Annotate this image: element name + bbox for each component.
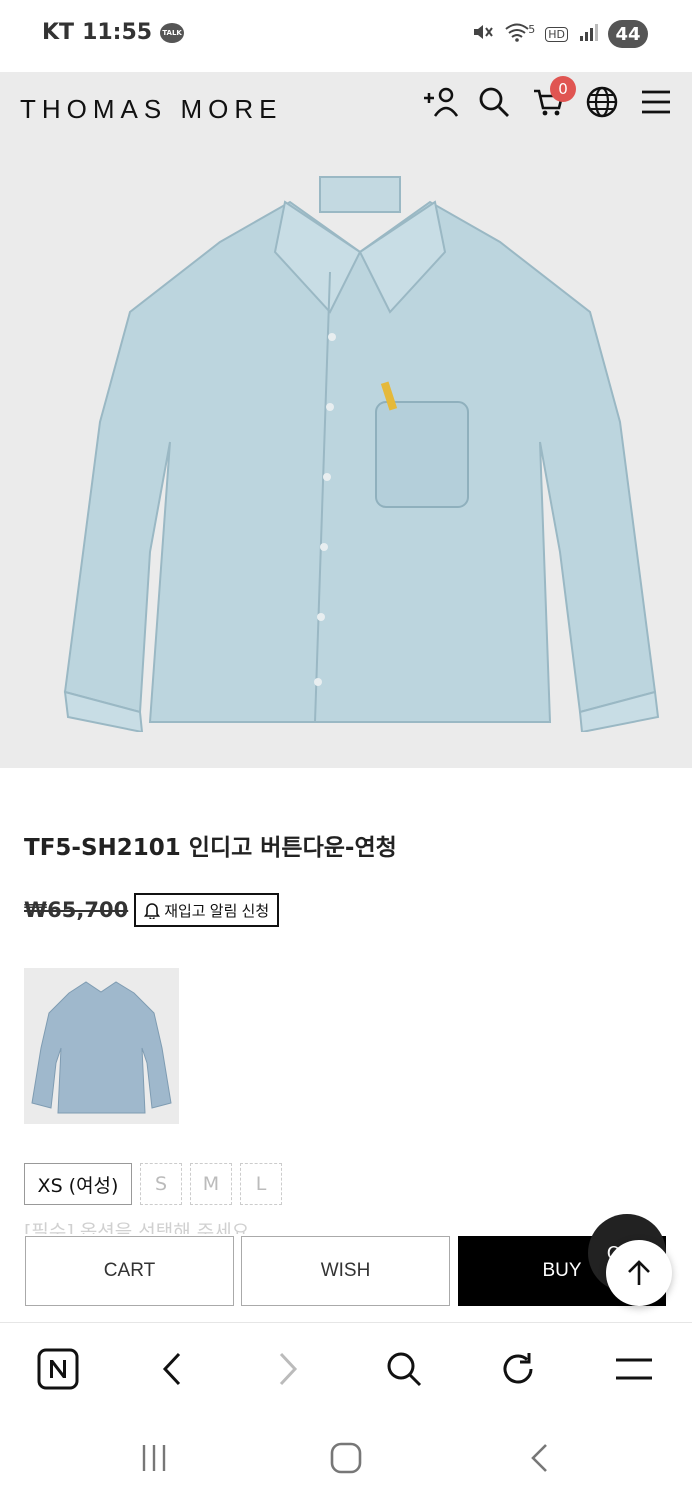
product-price: ₩65,700 bbox=[24, 898, 129, 922]
cart-icon[interactable]: 0 bbox=[530, 76, 576, 120]
naver-home-icon[interactable] bbox=[36, 1347, 80, 1391]
restock-alert-label: 재입고 알림 신청 bbox=[164, 902, 270, 920]
search-icon[interactable] bbox=[476, 84, 512, 120]
network-label: 5 bbox=[528, 22, 536, 36]
refresh-icon[interactable] bbox=[496, 1347, 540, 1391]
kakaotalk-icon: TALK bbox=[160, 22, 185, 43]
cart-button[interactable]: CART bbox=[25, 1236, 234, 1306]
cart-count-badge: 0 bbox=[550, 76, 576, 102]
browser-menu-icon[interactable] bbox=[612, 1347, 656, 1391]
system-back-icon[interactable] bbox=[520, 1438, 560, 1478]
thumbnail-shirt-image bbox=[31, 981, 172, 1114]
arrow-up-icon bbox=[628, 1260, 650, 1285]
hd-icon: HD bbox=[545, 26, 568, 42]
scroll-top-button[interactable] bbox=[606, 1240, 672, 1306]
wifi-icon bbox=[504, 22, 530, 46]
status-left: KT 11:55 TALK bbox=[42, 20, 185, 45]
product-hero-image[interactable]: THOMAS MORE 0 bbox=[0, 72, 692, 768]
size-option-m[interactable]: M bbox=[190, 1163, 232, 1205]
bell-icon bbox=[144, 903, 161, 919]
brand-logo[interactable]: THOMAS MORE bbox=[20, 94, 282, 125]
browser-search-icon[interactable] bbox=[382, 1347, 426, 1391]
header-icons: 0 bbox=[422, 76, 674, 120]
battery-indicator: 44 bbox=[608, 20, 648, 48]
mute-icon bbox=[472, 22, 494, 46]
system-navigation-bar bbox=[0, 1416, 692, 1500]
globe-icon[interactable] bbox=[584, 84, 620, 120]
forward-icon[interactable] bbox=[266, 1347, 310, 1391]
product-title: TF5-SH2101 인디고 버튼다운-연청 bbox=[24, 835, 397, 861]
size-option-s[interactable]: S bbox=[140, 1163, 182, 1205]
status-bar: KT 11:55 TALK 5 HD 44 bbox=[0, 0, 692, 72]
denim-shirt-image bbox=[63, 176, 660, 732]
signal-icon bbox=[578, 22, 598, 46]
home-icon[interactable] bbox=[326, 1438, 366, 1478]
browser-toolbar bbox=[0, 1322, 692, 1416]
menu-icon[interactable] bbox=[638, 84, 674, 120]
color-thumbnail[interactable] bbox=[24, 968, 179, 1124]
size-options: XS (여성) S M L bbox=[24, 1163, 282, 1205]
carrier: KT bbox=[42, 20, 75, 45]
back-icon[interactable] bbox=[150, 1347, 194, 1391]
price-row: ₩65,700 재입고 알림 신청 bbox=[24, 893, 280, 927]
recent-apps-icon[interactable] bbox=[134, 1438, 174, 1478]
wish-button[interactable]: WISH bbox=[241, 1236, 450, 1306]
status-right: 5 HD 44 bbox=[472, 20, 648, 48]
size-option-l[interactable]: L bbox=[240, 1163, 282, 1205]
clock: 11:55 bbox=[82, 20, 153, 45]
join-member-icon[interactable] bbox=[422, 84, 458, 120]
size-option-xs[interactable]: XS (여성) bbox=[24, 1163, 132, 1205]
restock-alert-button[interactable]: 재입고 알림 신청 bbox=[134, 893, 280, 927]
